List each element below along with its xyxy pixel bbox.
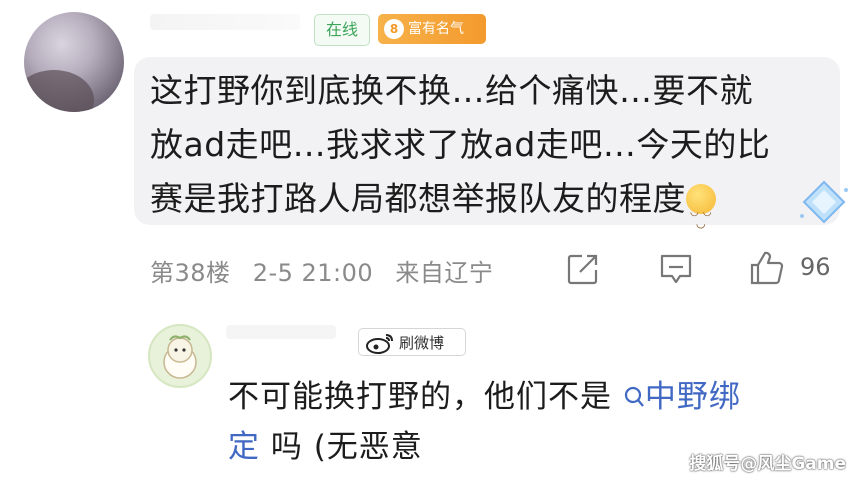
fame-level-badge: 8 富有名气: [378, 14, 486, 44]
share-icon[interactable]: [566, 252, 600, 286]
comment-text: 这打野你到底换不换…给个痛快…要不就 放ad走吧…我求求了放ad走吧…今天的比 …: [150, 64, 790, 251]
weibo-badge-label: 刷微博: [399, 334, 445, 352]
watermark: 搜狐号@风尘Game: [689, 454, 846, 474]
search-link[interactable]: 中野绑: [623, 379, 741, 415]
like-count: 96: [800, 253, 831, 281]
thumbs-up-icon[interactable]: [748, 249, 786, 287]
comment-line: 这打野你到底换不换…给个痛快…要不就: [150, 71, 753, 110]
reply-line: 不可能换打野的，他们不是 中野绑: [228, 379, 741, 415]
comment-line: 赛是我打路人局都想举报队友的程度: [150, 172, 790, 251]
online-badge: 在线: [314, 14, 370, 46]
diamond-decoration: [800, 180, 848, 224]
level-number: 8: [384, 19, 404, 39]
sheep-avatar-art: [163, 335, 197, 379]
commenter-avatar[interactable]: [24, 12, 124, 112]
comment-meta: 第38楼 2-5 21:00 来自辽宁: [150, 253, 507, 288]
fame-label: 富有名气: [408, 21, 464, 37]
post-location: 来自辽宁: [395, 259, 494, 287]
search-link-cont[interactable]: 定: [228, 429, 260, 465]
smile-emoji: [686, 184, 716, 251]
comment-line: 放ad走吧…我求求了放ad走吧…今天的比: [150, 125, 771, 164]
weibo-badge[interactable]: 刷微博: [358, 328, 466, 356]
floor-number: 第38楼: [150, 259, 231, 287]
search-icon: [624, 386, 644, 407]
post-time: 2-5 21:00: [252, 259, 374, 287]
replier-avatar[interactable]: [148, 324, 212, 388]
weibo-icon: [366, 334, 393, 354]
commenter-name-blurred: [150, 14, 300, 30]
replier-name-blurred: [226, 325, 336, 339]
comment-icon[interactable]: [658, 252, 694, 286]
